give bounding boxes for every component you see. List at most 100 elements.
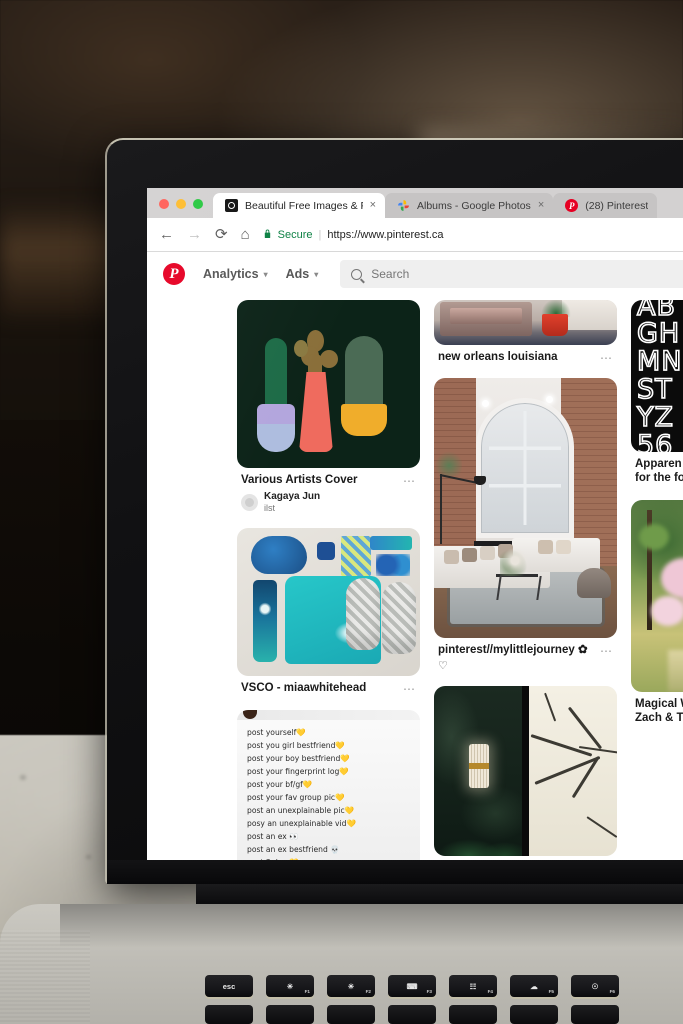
poster-row: ST	[636, 374, 673, 405]
pin-overflow-icon[interactable]: ⋯	[600, 350, 613, 364]
pin-author-name: Kagaya Jun	[264, 491, 321, 503]
pin-reaction[interactable]: ♡	[434, 658, 617, 672]
pin-card-emoji-list[interactable]: post yourself💛 post you girl bestfriend💛…	[237, 709, 420, 860]
search-placeholder: Search	[371, 267, 410, 281]
key-5[interactable]	[510, 1005, 558, 1024]
key-tilde[interactable]	[205, 1005, 253, 1024]
pin-card-various-artists[interactable]: Various Artists Cover ⋯ Kagaya Jun ilst	[237, 300, 420, 514]
list-header-strip	[237, 709, 420, 720]
pin-card-new-orleans[interactable]: new orleans louisiana ⋯	[434, 300, 617, 364]
pinterest-logo-icon[interactable]: P	[163, 263, 185, 285]
pin-card-vsco[interactable]: VSCO - miaawhitehead ⋯	[237, 528, 420, 695]
pin-title: pinterest//mylittlejourney ✿	[438, 644, 588, 657]
pin-card-loft[interactable]: pinterest//mylittlejourney ✿ ⋯ ♡	[434, 378, 617, 672]
key-fn-label: F2	[365, 989, 371, 994]
function-key-row[interactable]: esc ☀ F1 ☀ F2 ⌨ F3 ☷ F4 ☁ F5 ☉ F6	[205, 975, 619, 997]
list-item: post your fingerprint log💛	[247, 766, 349, 776]
poster-row: YZ	[636, 401, 674, 433]
key-fn-label: F4	[487, 989, 493, 994]
heart-icon[interactable]: ♡	[438, 659, 448, 672]
search-input[interactable]: Search	[340, 260, 683, 288]
pin-image-garden-photo[interactable]	[631, 499, 683, 692]
key-f2[interactable]: ☀ F2	[327, 975, 375, 997]
list-item: post your bf/gf💛	[247, 779, 313, 789]
pin-column-3: AB GH MN ST YZ 56 Apparen for the fo Mag…	[631, 300, 683, 860]
forward-icon[interactable]: →	[187, 227, 202, 242]
list-item: post your fav group pic💛	[247, 792, 345, 802]
pin-board-name: ilst	[264, 503, 275, 514]
pinterest-header: P Analytics ▾ Ads ▾ Search	[147, 252, 683, 296]
screen-bezel-bottom	[107, 860, 683, 884]
laptop-base-shadow	[60, 904, 683, 948]
browser-tabstrip: Beautiful Free Images & Pictur × Albums …	[147, 188, 683, 218]
pin-author[interactable]: Kagaya Jun ilst	[237, 487, 420, 514]
pin-image-vsco-flatlay[interactable]	[237, 528, 420, 677]
close-icon[interactable]: ×	[370, 200, 376, 211]
pin-grid: Various Artists Cover ⋯ Kagaya Jun ilst	[147, 296, 683, 860]
brightness-down-icon: ☀	[286, 981, 294, 991]
key-4[interactable]	[449, 1005, 497, 1024]
secure-label: Secure	[277, 228, 313, 241]
browser-tab-pinterest[interactable]: P (28) Pinterest	[553, 193, 658, 218]
pin-image-loft-interior[interactable]	[434, 378, 617, 639]
pin-title-line1: Apparen	[635, 458, 682, 470]
pin-overflow-icon[interactable]: ⋯	[403, 473, 416, 487]
chevron-down-icon: ▾	[314, 269, 319, 279]
pin-card-typography[interactable]: AB GH MN ST YZ 56 Apparen for the fo	[631, 300, 683, 486]
close-window-button[interactable]	[159, 199, 169, 209]
pin-overflow-icon[interactable]: ⋯	[600, 643, 613, 657]
reload-icon[interactable]: ⟳	[215, 227, 228, 242]
pin-card-magical-garden[interactable]: Magical W Zach & Ta	[631, 499, 683, 726]
key-f6[interactable]: ☉ F6	[571, 975, 619, 997]
pin-title: new orleans louisiana	[438, 351, 558, 363]
browser-toolbar: ← → ⟳ ⌂ Secure | https://www.pinterest.c…	[147, 218, 683, 252]
keyboard-backlight-up-icon: ☉	[591, 981, 599, 991]
pin-image-marble-wall[interactable]	[434, 685, 617, 856]
avatar	[241, 494, 258, 512]
poster-row: AB	[636, 300, 676, 322]
pin-title: Various Artists Cover	[241, 474, 358, 486]
pin-image-emoji-list[interactable]: post yourself💛 post you girl bestfriend💛…	[237, 709, 420, 860]
key-2[interactable]	[327, 1005, 375, 1024]
pin-image-nola-street[interactable]	[434, 300, 617, 345]
pin-meta: VSCO - miaawhitehead ⋯	[237, 676, 420, 695]
maximize-window-button[interactable]	[193, 199, 203, 209]
key-6[interactable]	[571, 1005, 619, 1024]
back-icon[interactable]: ←	[159, 227, 174, 242]
close-icon[interactable]: ×	[538, 200, 544, 211]
key-label: esc	[222, 981, 236, 991]
tab-title: (28) Pinterest	[585, 199, 649, 212]
nav-ads[interactable]: Ads ▾	[286, 267, 319, 281]
pin-title-line2: Zach & Ta	[635, 712, 683, 725]
key-f4[interactable]: ☷ F4	[449, 975, 497, 997]
nav-ads-label: Ads	[285, 267, 310, 281]
browser-tab-google-photos[interactable]: Albums - Google Photos ×	[385, 193, 554, 218]
pin-title-line2: for the fo	[635, 472, 683, 485]
pinterest-icon: P	[565, 199, 579, 212]
laptop-keyboard[interactable]: esc ☀ F1 ☀ F2 ⌨ F3 ☷ F4 ☁ F5 ☉ F6	[0, 975, 683, 1024]
mission-control-icon: ⌨	[406, 981, 418, 991]
pin-title-line1: Magical W	[635, 697, 683, 710]
browser-tab-unsplash[interactable]: Beautiful Free Images & Pictur ×	[213, 193, 385, 218]
address-bar[interactable]: Secure | https://www.pinterest.ca	[263, 228, 683, 241]
pin-column-1: Various Artists Cover ⋯ Kagaya Jun ilst	[237, 300, 420, 860]
key-1[interactable]	[266, 1005, 314, 1024]
pin-image-typography-poster[interactable]: AB GH MN ST YZ 56	[631, 300, 683, 452]
key-f5[interactable]: ☁ F5	[510, 975, 558, 997]
list-item: post your boy bestfriend💛	[247, 753, 350, 763]
minimize-window-button[interactable]	[176, 199, 186, 209]
key-f1[interactable]: ☀ F1	[266, 975, 314, 997]
key-esc[interactable]: esc	[205, 975, 253, 997]
pin-overflow-icon[interactable]: ⋯	[403, 681, 416, 695]
nav-analytics[interactable]: Analytics ▾	[203, 267, 268, 281]
number-key-row[interactable]	[205, 1005, 619, 1024]
pin-image-cactus-cover[interactable]	[237, 300, 420, 468]
poster-row: MN	[636, 346, 683, 378]
key-3[interactable]	[388, 1005, 436, 1024]
key-f3[interactable]: ⌨ F3	[388, 975, 436, 997]
pin-meta: new orleans louisiana ⋯	[434, 345, 617, 364]
omnibox-separator: |	[318, 228, 322, 241]
home-icon[interactable]: ⌂	[241, 227, 250, 242]
pin-card-marble[interactable]	[434, 685, 617, 856]
window-controls[interactable]	[157, 199, 213, 218]
